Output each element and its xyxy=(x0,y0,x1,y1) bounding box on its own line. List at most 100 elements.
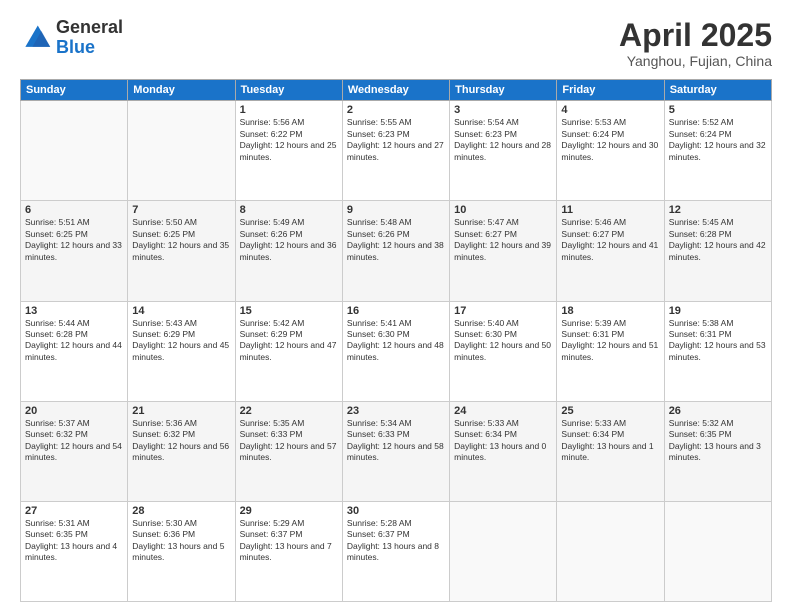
day-number: 3 xyxy=(454,104,552,116)
weekday-header: Sunday xyxy=(21,80,128,101)
calendar-cell: 14Sunrise: 5:43 AM Sunset: 6:29 PM Dayli… xyxy=(128,301,235,401)
day-info: Sunrise: 5:51 AM Sunset: 6:25 PM Dayligh… xyxy=(25,217,123,263)
day-info: Sunrise: 5:33 AM Sunset: 6:34 PM Dayligh… xyxy=(454,418,552,464)
calendar-cell: 23Sunrise: 5:34 AM Sunset: 6:33 PM Dayli… xyxy=(342,401,449,501)
day-number: 20 xyxy=(25,405,123,417)
day-number: 5 xyxy=(669,104,767,116)
calendar-cell: 6Sunrise: 5:51 AM Sunset: 6:25 PM Daylig… xyxy=(21,201,128,301)
title-block: April 2025 Yanghou, Fujian, China xyxy=(619,18,772,69)
day-number: 27 xyxy=(25,505,123,517)
day-number: 18 xyxy=(561,305,659,317)
calendar-cell: 22Sunrise: 5:35 AM Sunset: 6:33 PM Dayli… xyxy=(235,401,342,501)
calendar-cell: 28Sunrise: 5:30 AM Sunset: 6:36 PM Dayli… xyxy=(128,501,235,601)
header: General Blue April 2025 Yanghou, Fujian,… xyxy=(20,18,772,69)
weekday-header: Tuesday xyxy=(235,80,342,101)
day-info: Sunrise: 5:33 AM Sunset: 6:34 PM Dayligh… xyxy=(561,418,659,464)
calendar-cell: 4Sunrise: 5:53 AM Sunset: 6:24 PM Daylig… xyxy=(557,101,664,201)
weekday-header: Friday xyxy=(557,80,664,101)
calendar-cell: 3Sunrise: 5:54 AM Sunset: 6:23 PM Daylig… xyxy=(450,101,557,201)
calendar-cell: 27Sunrise: 5:31 AM Sunset: 6:35 PM Dayli… xyxy=(21,501,128,601)
day-number: 2 xyxy=(347,104,445,116)
day-number: 4 xyxy=(561,104,659,116)
calendar-cell: 24Sunrise: 5:33 AM Sunset: 6:34 PM Dayli… xyxy=(450,401,557,501)
day-info: Sunrise: 5:41 AM Sunset: 6:30 PM Dayligh… xyxy=(347,318,445,364)
day-number: 6 xyxy=(25,204,123,216)
weekday-header-row: SundayMondayTuesdayWednesdayThursdayFrid… xyxy=(21,80,772,101)
day-info: Sunrise: 5:30 AM Sunset: 6:36 PM Dayligh… xyxy=(132,518,230,564)
logo-general: General xyxy=(56,18,123,38)
calendar-cell: 19Sunrise: 5:38 AM Sunset: 6:31 PM Dayli… xyxy=(664,301,771,401)
day-number: 14 xyxy=(132,305,230,317)
calendar-cell xyxy=(664,501,771,601)
calendar-cell: 21Sunrise: 5:36 AM Sunset: 6:32 PM Dayli… xyxy=(128,401,235,501)
day-info: Sunrise: 5:35 AM Sunset: 6:33 PM Dayligh… xyxy=(240,418,338,464)
day-number: 19 xyxy=(669,305,767,317)
calendar-cell: 26Sunrise: 5:32 AM Sunset: 6:35 PM Dayli… xyxy=(664,401,771,501)
day-number: 10 xyxy=(454,204,552,216)
logo-text: General Blue xyxy=(56,18,123,58)
day-info: Sunrise: 5:52 AM Sunset: 6:24 PM Dayligh… xyxy=(669,117,767,163)
day-number: 30 xyxy=(347,505,445,517)
day-number: 8 xyxy=(240,204,338,216)
calendar-cell: 1Sunrise: 5:56 AM Sunset: 6:22 PM Daylig… xyxy=(235,101,342,201)
day-info: Sunrise: 5:37 AM Sunset: 6:32 PM Dayligh… xyxy=(25,418,123,464)
day-number: 21 xyxy=(132,405,230,417)
calendar-cell: 29Sunrise: 5:29 AM Sunset: 6:37 PM Dayli… xyxy=(235,501,342,601)
calendar-week-row: 20Sunrise: 5:37 AM Sunset: 6:32 PM Dayli… xyxy=(21,401,772,501)
day-info: Sunrise: 5:44 AM Sunset: 6:28 PM Dayligh… xyxy=(25,318,123,364)
day-info: Sunrise: 5:38 AM Sunset: 6:31 PM Dayligh… xyxy=(669,318,767,364)
calendar-cell: 8Sunrise: 5:49 AM Sunset: 6:26 PM Daylig… xyxy=(235,201,342,301)
day-info: Sunrise: 5:32 AM Sunset: 6:35 PM Dayligh… xyxy=(669,418,767,464)
day-number: 25 xyxy=(561,405,659,417)
day-info: Sunrise: 5:48 AM Sunset: 6:26 PM Dayligh… xyxy=(347,217,445,263)
day-number: 12 xyxy=(669,204,767,216)
page: General Blue April 2025 Yanghou, Fujian,… xyxy=(0,0,792,612)
calendar-cell xyxy=(21,101,128,201)
day-info: Sunrise: 5:56 AM Sunset: 6:22 PM Dayligh… xyxy=(240,117,338,163)
day-number: 22 xyxy=(240,405,338,417)
logo-icon xyxy=(20,22,52,54)
calendar-cell: 13Sunrise: 5:44 AM Sunset: 6:28 PM Dayli… xyxy=(21,301,128,401)
day-info: Sunrise: 5:45 AM Sunset: 6:28 PM Dayligh… xyxy=(669,217,767,263)
day-number: 11 xyxy=(561,204,659,216)
calendar-table: SundayMondayTuesdayWednesdayThursdayFrid… xyxy=(20,79,772,602)
day-number: 13 xyxy=(25,305,123,317)
calendar-cell: 9Sunrise: 5:48 AM Sunset: 6:26 PM Daylig… xyxy=(342,201,449,301)
calendar-cell: 30Sunrise: 5:28 AM Sunset: 6:37 PM Dayli… xyxy=(342,501,449,601)
calendar-cell: 7Sunrise: 5:50 AM Sunset: 6:25 PM Daylig… xyxy=(128,201,235,301)
calendar-cell: 5Sunrise: 5:52 AM Sunset: 6:24 PM Daylig… xyxy=(664,101,771,201)
calendar-week-row: 1Sunrise: 5:56 AM Sunset: 6:22 PM Daylig… xyxy=(21,101,772,201)
calendar-cell: 11Sunrise: 5:46 AM Sunset: 6:27 PM Dayli… xyxy=(557,201,664,301)
day-info: Sunrise: 5:43 AM Sunset: 6:29 PM Dayligh… xyxy=(132,318,230,364)
day-number: 17 xyxy=(454,305,552,317)
day-number: 29 xyxy=(240,505,338,517)
day-number: 16 xyxy=(347,305,445,317)
calendar-cell: 15Sunrise: 5:42 AM Sunset: 6:29 PM Dayli… xyxy=(235,301,342,401)
day-info: Sunrise: 5:47 AM Sunset: 6:27 PM Dayligh… xyxy=(454,217,552,263)
day-info: Sunrise: 5:49 AM Sunset: 6:26 PM Dayligh… xyxy=(240,217,338,263)
month-title: April 2025 xyxy=(619,18,772,53)
day-number: 15 xyxy=(240,305,338,317)
calendar-cell xyxy=(557,501,664,601)
calendar-cell: 25Sunrise: 5:33 AM Sunset: 6:34 PM Dayli… xyxy=(557,401,664,501)
day-info: Sunrise: 5:31 AM Sunset: 6:35 PM Dayligh… xyxy=(25,518,123,564)
day-number: 28 xyxy=(132,505,230,517)
day-info: Sunrise: 5:39 AM Sunset: 6:31 PM Dayligh… xyxy=(561,318,659,364)
calendar-cell: 17Sunrise: 5:40 AM Sunset: 6:30 PM Dayli… xyxy=(450,301,557,401)
calendar-week-row: 6Sunrise: 5:51 AM Sunset: 6:25 PM Daylig… xyxy=(21,201,772,301)
calendar-cell xyxy=(128,101,235,201)
day-number: 23 xyxy=(347,405,445,417)
weekday-header: Saturday xyxy=(664,80,771,101)
calendar-cell: 16Sunrise: 5:41 AM Sunset: 6:30 PM Dayli… xyxy=(342,301,449,401)
day-info: Sunrise: 5:54 AM Sunset: 6:23 PM Dayligh… xyxy=(454,117,552,163)
day-info: Sunrise: 5:36 AM Sunset: 6:32 PM Dayligh… xyxy=(132,418,230,464)
day-number: 24 xyxy=(454,405,552,417)
weekday-header: Wednesday xyxy=(342,80,449,101)
day-info: Sunrise: 5:46 AM Sunset: 6:27 PM Dayligh… xyxy=(561,217,659,263)
day-number: 26 xyxy=(669,405,767,417)
logo-blue: Blue xyxy=(56,38,123,58)
calendar-cell: 2Sunrise: 5:55 AM Sunset: 6:23 PM Daylig… xyxy=(342,101,449,201)
calendar-cell: 20Sunrise: 5:37 AM Sunset: 6:32 PM Dayli… xyxy=(21,401,128,501)
logo: General Blue xyxy=(20,18,123,58)
calendar-week-row: 27Sunrise: 5:31 AM Sunset: 6:35 PM Dayli… xyxy=(21,501,772,601)
